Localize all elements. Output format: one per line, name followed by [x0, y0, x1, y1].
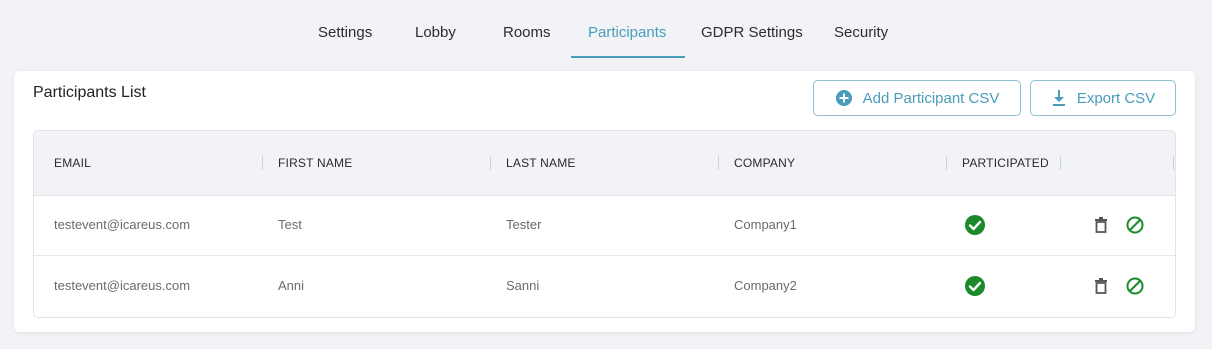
column-header-email[interactable]: EMAIL: [54, 156, 91, 170]
column-separator[interactable]: [490, 156, 491, 170]
card-title: Participants List: [33, 84, 146, 101]
cell-last-name: Sanni: [506, 278, 540, 293]
column-header-participated[interactable]: PARTICIPATED: [962, 156, 1049, 170]
export-csv-button[interactable]: Export CSV: [1030, 80, 1176, 116]
cell-first-name: Test: [278, 217, 302, 232]
cell-company: Company2: [734, 278, 797, 293]
tab-security[interactable]: Security: [834, 24, 888, 58]
ban-icon[interactable]: [1125, 276, 1145, 296]
column-separator[interactable]: [1060, 156, 1061, 170]
plus-circle-icon: [835, 89, 853, 107]
table-row: testevent@icareus.com Anni Sanni Company…: [34, 256, 1175, 316]
cell-email: testevent@icareus.com: [54, 278, 191, 293]
cell-first-name: Anni: [278, 278, 305, 293]
active-tab-indicator: [571, 56, 685, 58]
column-header-company[interactable]: COMPANY: [734, 156, 795, 170]
trash-icon[interactable]: [1091, 215, 1111, 235]
cell-last-name: Tester: [506, 217, 542, 232]
column-separator[interactable]: [1173, 156, 1174, 170]
cell-company: Company1: [734, 217, 797, 232]
tab-gdpr-settings[interactable]: GDPR Settings: [701, 24, 803, 58]
check-circle-icon: [964, 275, 986, 297]
export-csv-label: Export CSV: [1076, 89, 1156, 107]
add-participant-csv-label: Add Participant CSV: [862, 89, 1000, 107]
ban-icon[interactable]: [1125, 215, 1145, 235]
tab-rooms[interactable]: Rooms: [503, 24, 551, 58]
table-row: testevent@icareus.com Test Tester Compan…: [34, 195, 1175, 256]
column-separator[interactable]: [262, 156, 263, 170]
participants-card: Participants List Add Participant CSV Ex…: [14, 71, 1195, 332]
column-header-first-name[interactable]: FIRST NAME: [278, 156, 352, 170]
download-icon: [1051, 89, 1067, 107]
trash-icon[interactable]: [1091, 276, 1111, 296]
table-header: EMAIL FIRST NAME LAST NAME COMPANY PARTI…: [34, 131, 1175, 196]
tab-participants[interactable]: Participants: [588, 24, 666, 58]
tab-bar: Settings Lobby Rooms Participants GDPR S…: [0, 0, 1212, 60]
tab-lobby[interactable]: Lobby: [415, 24, 456, 58]
column-header-last-name[interactable]: LAST NAME: [506, 156, 576, 170]
check-circle-icon: [964, 214, 986, 236]
participants-table: EMAIL FIRST NAME LAST NAME COMPANY PARTI…: [33, 130, 1176, 318]
column-separator[interactable]: [946, 156, 947, 170]
add-participant-csv-button[interactable]: Add Participant CSV: [813, 80, 1021, 116]
column-separator[interactable]: [718, 156, 719, 170]
cell-email: testevent@icareus.com: [54, 217, 191, 232]
tab-settings[interactable]: Settings: [318, 24, 372, 58]
